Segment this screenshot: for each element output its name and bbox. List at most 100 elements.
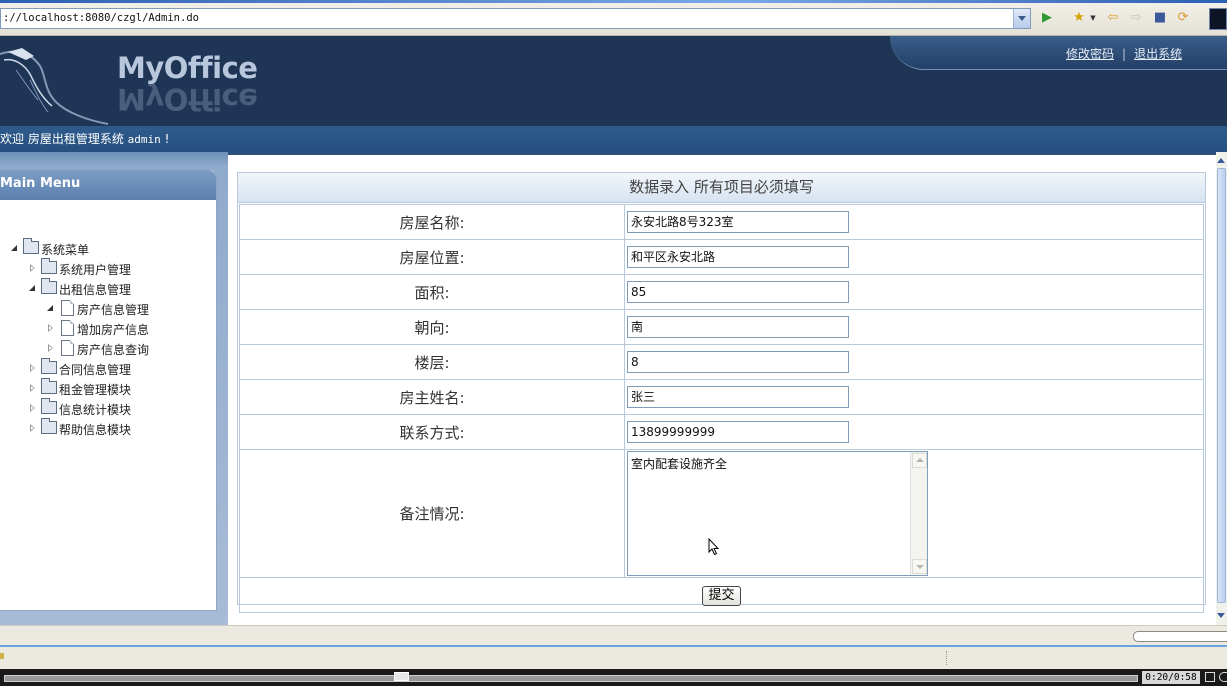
collapsed-arrow-icon[interactable]	[46, 343, 56, 353]
form-label: 楼层:	[239, 344, 625, 380]
form-input[interactable]: 南	[627, 316, 849, 338]
bird-logo	[0, 48, 109, 125]
fullscreen-icon[interactable]	[1205, 672, 1215, 682]
seek-bar[interactable]	[4, 675, 1138, 682]
form-input[interactable]: 永安北路8号323室	[627, 211, 849, 233]
form-row: 联系方式: 13899999999	[239, 414, 1204, 450]
data-entry-form: 数据录入 所有项目必须填写 房屋名称: 永安北路8号323室 房屋位置: 和平区永安北…	[237, 172, 1206, 613]
sidebar-item[interactable]: 房产信息管理	[46, 300, 200, 318]
brand-logo-reflection: MyOffice	[117, 83, 258, 115]
form-input[interactable]: 8	[627, 351, 849, 373]
form-input[interactable]: 张三	[627, 386, 849, 408]
collapsed-arrow-icon[interactable]	[46, 323, 56, 333]
submit-button[interactable]: 提交	[702, 585, 741, 606]
video-player-bar: 0:20/0:58	[0, 669, 1227, 686]
forward-icon[interactable]: ⇨	[1128, 10, 1144, 26]
browser-status-bar	[0, 645, 1227, 669]
collapsed-arrow-icon[interactable]	[28, 403, 38, 413]
form-row: 面积: 85	[239, 274, 1204, 310]
document-icon	[61, 340, 74, 356]
status-icon	[0, 653, 4, 659]
volume-icon[interactable]	[1219, 672, 1227, 682]
sidebar-item[interactable]: 出租信息管理	[28, 278, 200, 298]
collapsed-arrow-icon[interactable]	[28, 383, 38, 393]
form-input[interactable]: 85	[627, 281, 849, 303]
form-label: 朝向:	[239, 309, 625, 345]
form-input[interactable]: 和平区永安北路	[627, 246, 849, 268]
main-content: 数据录入 所有项目必须填写 房屋名称: 永安北路8号323室 房屋位置: 和平区永安北…	[228, 152, 1216, 625]
page-scroll-down-icon[interactable]	[1217, 610, 1226, 622]
welcome-user: admin	[127, 133, 161, 146]
seek-knob[interactable]	[394, 672, 409, 681]
stop-icon[interactable]: ■	[1152, 10, 1168, 26]
form-row: 房屋位置: 和平区永安北路	[239, 239, 1204, 275]
expanded-arrow-icon[interactable]	[46, 303, 56, 313]
sidebar-item[interactable]: 租金管理模块	[28, 378, 200, 398]
form-table: 房屋名称: 永安北路8号323室 房屋位置: 和平区永安北路 面积: 85 朝向: 南楼层: 8…	[239, 204, 1204, 613]
sidebar-item-label: 系统用户管理	[59, 263, 132, 277]
document-icon	[61, 320, 74, 336]
scroll-up-icon[interactable]	[912, 453, 927, 468]
sidebar-item[interactable]: 系统用户管理	[28, 258, 200, 278]
folder-icon	[41, 398, 57, 414]
sidebar-item-label: 出租信息管理	[59, 283, 132, 297]
remarks-textarea[interactable]: 室内配套设施齐全	[627, 451, 928, 576]
favorites-dropdown-icon[interactable]: ▼	[1089, 10, 1097, 26]
refresh-icon[interactable]: ⟳	[1175, 10, 1191, 26]
address-input[interactable]: ://localhost:8080/czgl/Admin.do	[0, 8, 1031, 29]
browser-toolbar: ://localhost:8080/czgl/Admin.do ▶ ★ ▼ ⇦ …	[0, 0, 1227, 36]
collapsed-arrow-icon[interactable]	[28, 263, 38, 273]
folder-icon	[23, 238, 39, 254]
form-label: 房屋位置:	[239, 239, 625, 275]
app-header: MyOffice MyOffice 修改密码 | 退出系统	[0, 36, 1227, 126]
form-input[interactable]: 13899999999	[627, 421, 849, 443]
remarks-text: 室内配套设施齐全	[631, 457, 728, 471]
sidebar-item[interactable]: 房产信息查询	[46, 340, 200, 358]
sidebar-item-label: 房产信息查询	[77, 343, 150, 357]
sidebar-item[interactable]: 信息统计模块	[28, 398, 200, 418]
form-label: 面积:	[239, 274, 625, 310]
status-divider	[946, 651, 949, 665]
remarks-scrollbar[interactable]	[910, 452, 927, 575]
form-label: 房主姓名:	[239, 379, 625, 415]
sidebar-title: Main Menu	[0, 170, 216, 200]
header-link-separator: |	[1122, 47, 1127, 61]
document-icon	[61, 300, 74, 316]
sidebar-item[interactable]: 增加房产信息	[46, 320, 200, 338]
collapsed-arrow-icon[interactable]	[28, 363, 38, 373]
playback-time: 0:20/0:58	[1142, 671, 1200, 684]
page-scrollbar[interactable]	[1216, 152, 1227, 625]
logout-link[interactable]: 退出系统	[1134, 47, 1182, 61]
sidebar-item-label: 信息统计模块	[59, 403, 132, 417]
page-scroll-up-icon[interactable]	[1217, 155, 1226, 167]
favorites-icon[interactable]: ★	[1071, 10, 1087, 26]
change-password-link[interactable]: 修改密码	[1066, 47, 1114, 61]
folder-icon	[41, 358, 57, 374]
sidebar-item-label: 系统菜单	[41, 243, 90, 257]
address-dropdown-button[interactable]	[1013, 9, 1030, 28]
sidebar-item[interactable]: 帮助信息模块	[28, 418, 200, 438]
sidebar-item[interactable]: 合同信息管理	[28, 358, 200, 378]
form-label: 联系方式:	[239, 414, 625, 450]
form-label: 房屋名称:	[239, 204, 625, 240]
page-scroll-thumb[interactable]	[1217, 168, 1226, 603]
form-label: 备注情况:	[239, 449, 625, 578]
form-row-submit: 提交	[239, 577, 1204, 613]
window-title-strip	[0, 0, 1227, 3]
browser-side-button[interactable]	[1209, 8, 1227, 30]
form-row: 朝向: 南	[239, 309, 1204, 345]
header-links: 修改密码 | 退出系统	[1066, 45, 1182, 62]
horizontal-scroll-thumb[interactable]	[1133, 631, 1227, 642]
sidebar: Main Menu 系统菜单系统用户管理 出租信息管理房产信息管理 增加房产信息房产…	[0, 170, 217, 611]
back-icon[interactable]: ⇦	[1105, 10, 1121, 26]
collapsed-arrow-icon[interactable]	[28, 423, 38, 433]
welcome-text: 欢迎 房屋出租管理系统	[0, 132, 128, 146]
brand-logo-text: MyOffice	[117, 51, 258, 85]
go-icon[interactable]: ▶	[1039, 10, 1055, 26]
sidebar-item[interactable]: 系统菜单	[10, 238, 200, 258]
scroll-down-icon[interactable]	[912, 559, 927, 574]
welcome-bar: 欢迎 房屋出租管理系统 admin !	[0, 126, 1227, 152]
sidebar-item-label: 租金管理模块	[59, 383, 132, 397]
expanded-arrow-icon[interactable]	[28, 283, 38, 293]
expanded-arrow-icon[interactable]	[10, 243, 20, 253]
